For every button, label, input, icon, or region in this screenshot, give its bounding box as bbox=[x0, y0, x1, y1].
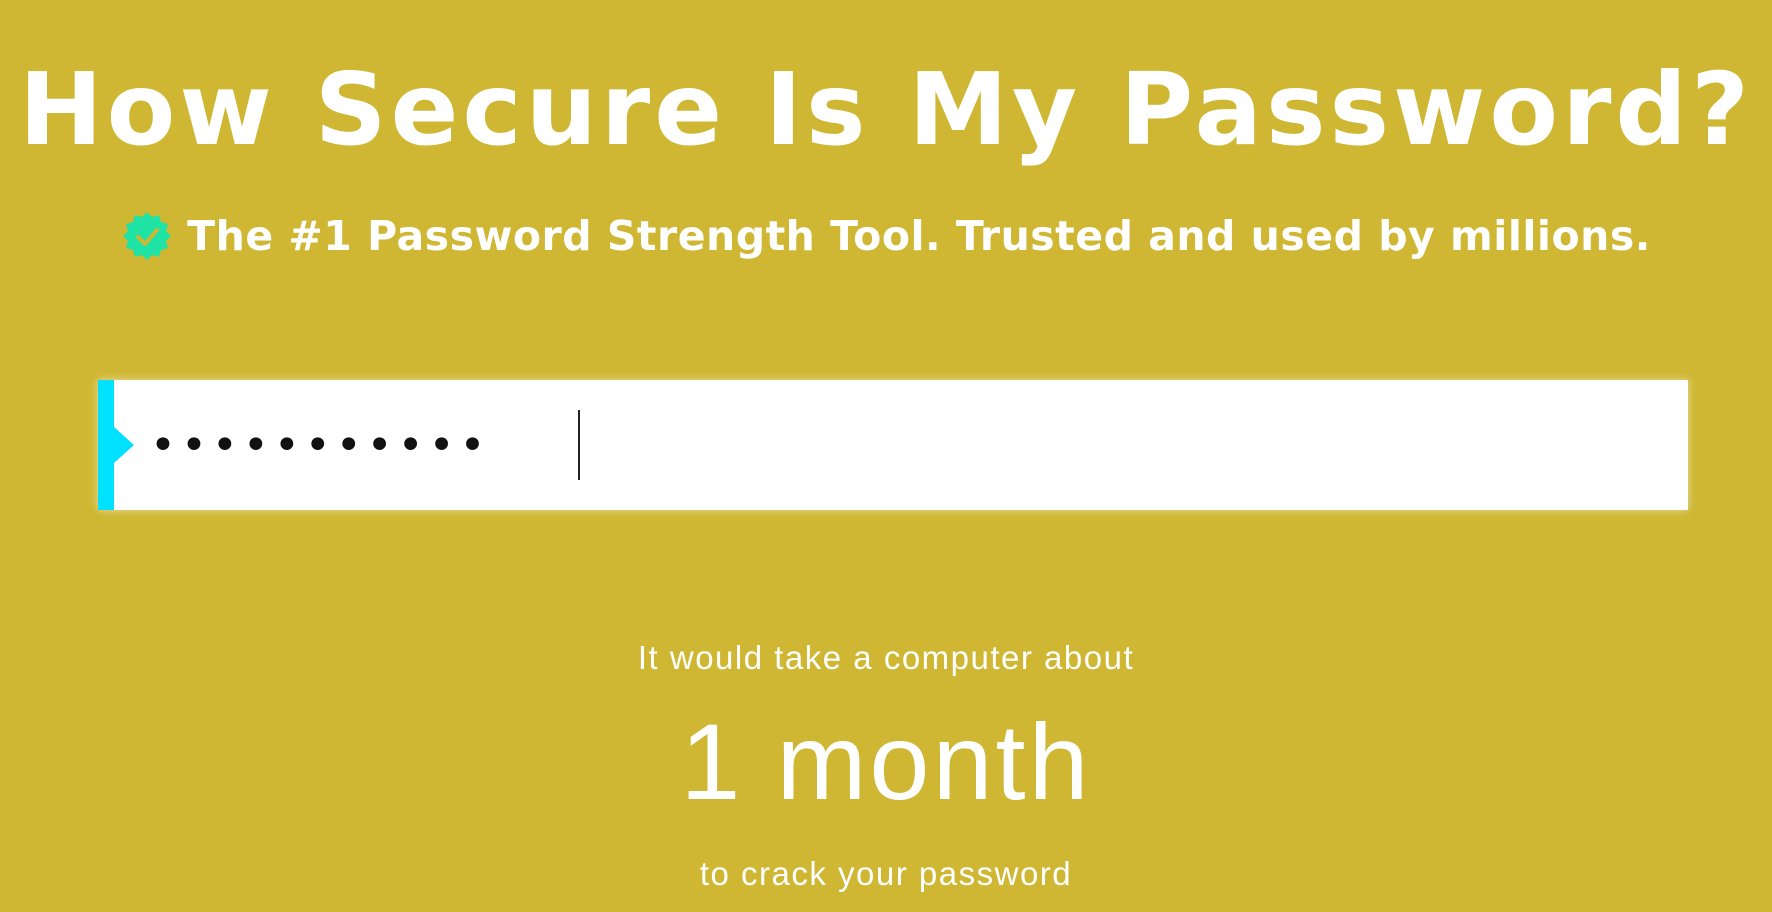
verified-check-icon bbox=[121, 210, 173, 262]
tagline-text: The #1 Password Strength Tool. Trusted a… bbox=[187, 212, 1651, 260]
text-caret bbox=[578, 410, 580, 480]
password-field[interactable] bbox=[98, 380, 1688, 510]
crack-time-value: 1 month bbox=[680, 701, 1092, 822]
password-input[interactable] bbox=[150, 380, 1650, 510]
page-title: How Secure Is My Password? bbox=[18, 51, 1754, 168]
tagline: The #1 Password Strength Tool. Trusted a… bbox=[0, 210, 1772, 262]
result-trail-text: to crack your password bbox=[699, 855, 1073, 892]
field-accent-marker bbox=[98, 380, 134, 510]
result-lead-text: It would take a computer about bbox=[637, 639, 1135, 676]
